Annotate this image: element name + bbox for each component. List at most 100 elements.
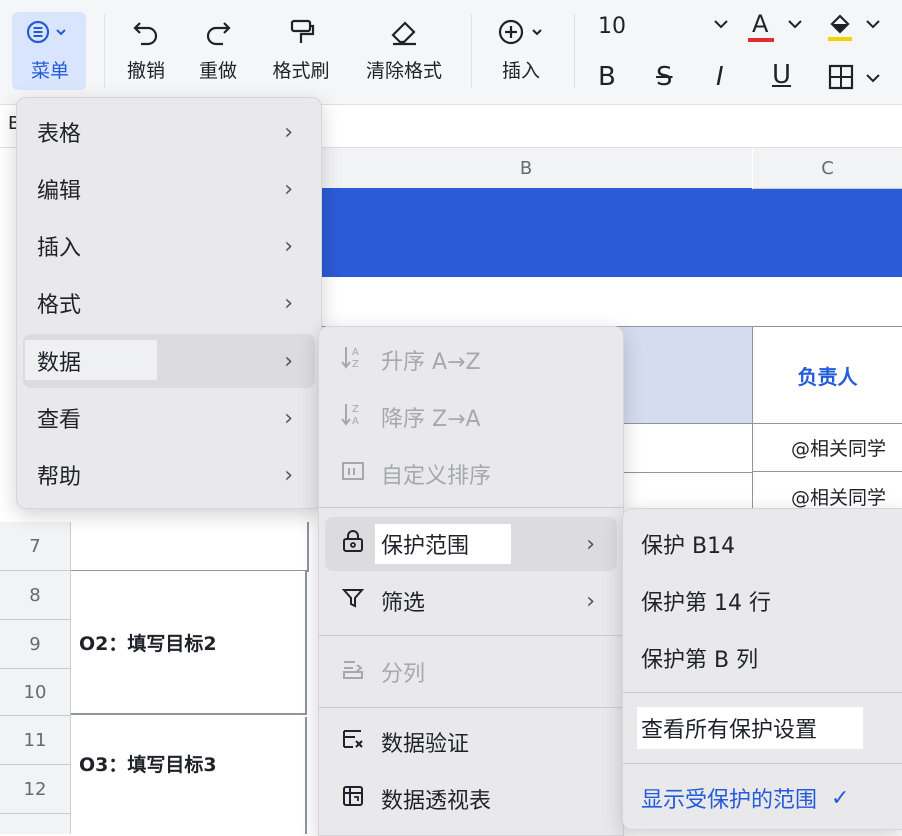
- row-header[interactable]: 12: [0, 765, 71, 814]
- goal-text: O2：填写目标2: [79, 632, 217, 655]
- chevron-down-icon[interactable]: [864, 70, 882, 89]
- column-header-c[interactable]: C: [753, 148, 902, 189]
- menu-item-label: 编辑: [37, 179, 82, 204]
- format-painter-label: 格式刷: [272, 60, 330, 82]
- protect-range-item[interactable]: 保护范围 ›: [325, 517, 617, 571]
- table-cell[interactable]: [71, 522, 309, 572]
- clear-format-label: 清除格式: [365, 60, 442, 82]
- chevron-down-icon[interactable]: [786, 16, 804, 35]
- border-icon[interactable]: [828, 64, 854, 94]
- mention-cell[interactable]: @相关同学: [753, 424, 902, 472]
- custom-sort-label: 自定义排序: [381, 464, 492, 489]
- font-size-value[interactable]: 10: [598, 14, 626, 39]
- filter-label: 筛选: [381, 591, 426, 616]
- main-menu: 表格 › 编辑 › 插入 › 格式 › 数据 › 查看 › 帮助 ›: [16, 97, 322, 509]
- filter-icon: [341, 586, 369, 616]
- pivot-table-icon: [341, 784, 369, 814]
- filter-item[interactable]: 筛选 ›: [325, 574, 617, 628]
- row-header[interactable]: 11: [0, 716, 71, 765]
- protect-submenu: 保护 B14 保护第 14 行 保护第 B 列 查看所有保护设置 显示受保护的范…: [622, 508, 902, 830]
- data-validation-label: 数据验证: [381, 732, 470, 757]
- goal-cell[interactable]: O2：填写目标2: [71, 571, 307, 715]
- clear-format-button[interactable]: 清除格式: [356, 14, 452, 94]
- table-cell[interactable]: [620, 424, 753, 473]
- font-color-glyph[interactable]: A: [752, 10, 768, 38]
- menu-item-edit[interactable]: 编辑 ›: [23, 161, 315, 217]
- undo-icon: [131, 14, 161, 50]
- protect-row-label: 保护第 14 行: [641, 591, 771, 616]
- view-all-protection-label: 查看所有保护设置: [641, 718, 818, 743]
- fill-color-icon[interactable]: [826, 10, 854, 46]
- split-column-item[interactable]: 分列: [325, 645, 617, 699]
- menu-item-label: 格式: [37, 293, 82, 318]
- toolbar-divider: [574, 14, 575, 88]
- toolbar-divider: [471, 14, 472, 88]
- menu-item-label: 数据: [37, 351, 82, 376]
- goal-cell[interactable]: O3：填写目标3: [71, 717, 307, 834]
- chevron-right-icon: ›: [586, 588, 595, 614]
- insert-button[interactable]: 插入: [488, 14, 554, 94]
- menu-item-format[interactable]: 格式 ›: [23, 275, 315, 331]
- sort-ascending-item[interactable]: AZ 升序 A→Z: [325, 333, 617, 387]
- protect-cell-item[interactable]: 保护 B14: [629, 517, 897, 571]
- show-protected-range-item[interactable]: 显示受保护的范围 ✓: [629, 771, 897, 825]
- menu-icon: [25, 14, 75, 50]
- protect-cell-label: 保护 B14: [641, 534, 736, 559]
- menu-item-label: 表格: [37, 122, 82, 147]
- toolbar: 菜单 撤销 重做 格式刷 清除格式 插入 10 A B S I U: [0, 0, 902, 105]
- blank-row: [300, 278, 902, 327]
- svg-text:Z: Z: [352, 404, 359, 415]
- row-header[interactable]: 10: [0, 669, 71, 716]
- view-all-protection-item[interactable]: 查看所有保护设置: [629, 701, 897, 755]
- custom-sort-item[interactable]: 自定义排序: [325, 447, 617, 501]
- chevron-right-icon: ›: [284, 348, 293, 374]
- chevron-right-icon: ›: [284, 176, 293, 202]
- font-size-dropdown-icon[interactable]: [712, 16, 730, 35]
- menu-item-help[interactable]: 帮助 ›: [23, 447, 315, 503]
- row-header[interactable]: 9: [0, 620, 71, 669]
- eraser-icon: [389, 14, 419, 50]
- strikethrough-button[interactable]: S: [656, 62, 673, 92]
- data-submenu: AZ 升序 A→Z ZA 降序 Z→A 自定义排序 保护范围 › 筛选 › 分列…: [318, 326, 624, 836]
- format-painter-button[interactable]: 格式刷: [264, 14, 338, 94]
- menu-divider: [623, 763, 902, 764]
- protect-column-item[interactable]: 保护第 B 列: [629, 631, 897, 685]
- menu-item-insert[interactable]: 插入 ›: [23, 218, 315, 274]
- menu-item-view[interactable]: 查看 ›: [23, 390, 315, 446]
- row-header[interactable]: [0, 814, 71, 834]
- chevron-right-icon: ›: [284, 233, 293, 259]
- split-column-label: 分列: [381, 662, 426, 687]
- chevron-right-icon: ›: [284, 405, 293, 431]
- svg-text:A: A: [352, 347, 359, 358]
- menu-item-data[interactable]: 数据 ›: [23, 334, 315, 388]
- sort-ascending-label: 升序 A→Z: [381, 350, 481, 375]
- redo-label: 重做: [198, 60, 237, 82]
- sort-descending-item[interactable]: ZA 降序 Z→A: [325, 390, 617, 444]
- lock-icon: [341, 529, 369, 559]
- column-header-b[interactable]: B: [300, 148, 752, 191]
- pivot-table-item[interactable]: 数据透视表: [325, 772, 617, 826]
- chevron-down-icon[interactable]: [864, 16, 882, 35]
- toolbar-divider: [104, 14, 105, 88]
- row-header[interactable]: 7: [0, 522, 71, 571]
- row-header[interactable]: 8: [0, 571, 71, 620]
- svg-text:Z: Z: [352, 359, 359, 369]
- protect-range-label: 保护范围: [381, 534, 470, 559]
- split-column-icon: [341, 657, 369, 687]
- owner-header[interactable]: 负责人: [753, 327, 902, 424]
- underline-button[interactable]: U: [772, 60, 791, 90]
- bold-button[interactable]: B: [598, 62, 616, 92]
- redo-icon: [203, 14, 233, 50]
- chevron-right-icon: ›: [284, 290, 293, 316]
- format-painter-icon: [286, 14, 316, 50]
- protect-row-item[interactable]: 保护第 14 行: [629, 574, 897, 628]
- data-validation-item[interactable]: 数据验证: [325, 715, 617, 769]
- undo-button[interactable]: 撤销: [118, 14, 174, 94]
- redo-button[interactable]: 重做: [190, 14, 246, 94]
- protect-column-label: 保护第 B 列: [641, 648, 759, 673]
- menu-item-label: 查看: [37, 408, 82, 433]
- italic-button[interactable]: I: [716, 62, 724, 92]
- menu-item-table[interactable]: 表格 ›: [23, 104, 315, 160]
- menu-button-content[interactable]: 菜单: [14, 14, 86, 94]
- menu-divider: [623, 692, 902, 693]
